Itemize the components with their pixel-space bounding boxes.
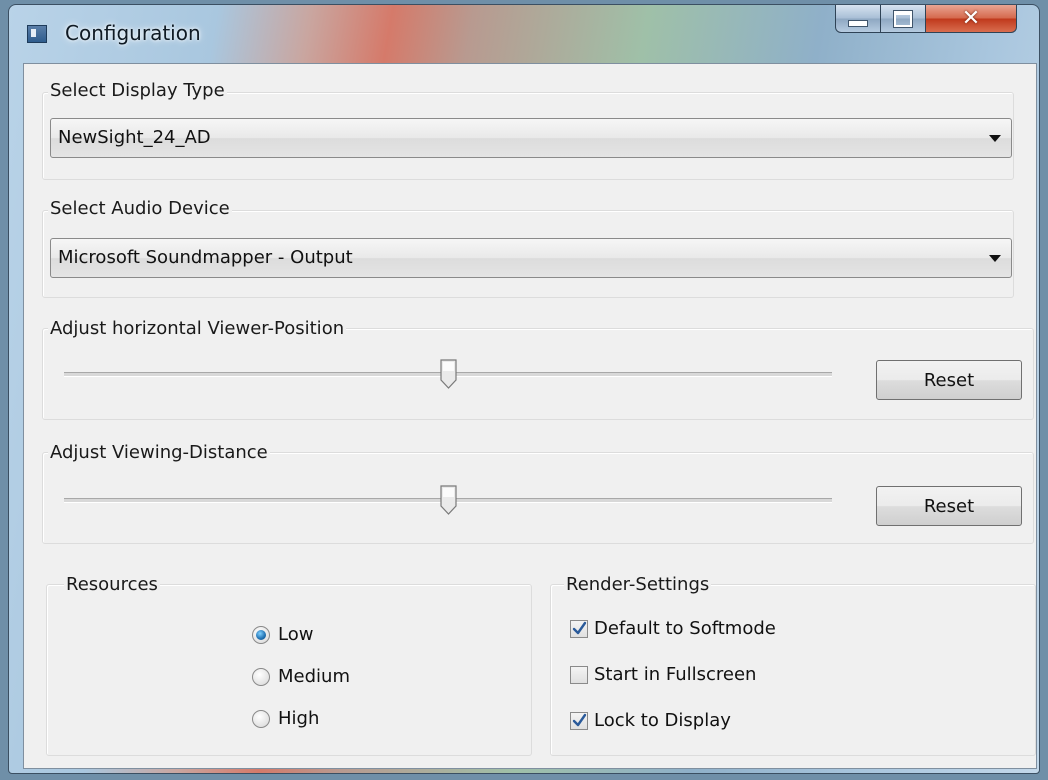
minimize-button[interactable] bbox=[835, 5, 881, 33]
title-bar[interactable]: Configuration ✕ bbox=[9, 5, 1039, 63]
viewing-distance-reset-button[interactable]: Reset bbox=[876, 486, 1022, 526]
display-type-value: NewSight_24_AD bbox=[58, 127, 211, 148]
audio-device-value: Microsoft Soundmapper - Output bbox=[58, 247, 353, 268]
chevron-down-icon bbox=[989, 135, 1001, 142]
app-window-icon bbox=[27, 25, 47, 43]
horizontal-position-reset-button[interactable]: Reset bbox=[876, 360, 1022, 400]
render-option-label: Start in Fullscreen bbox=[594, 664, 757, 685]
audio-device-combo[interactable]: Microsoft Soundmapper - Output bbox=[50, 238, 1012, 278]
radio-button-icon[interactable] bbox=[252, 709, 270, 728]
maximize-icon bbox=[894, 10, 912, 27]
checkbox-icon[interactable] bbox=[570, 665, 588, 684]
horizontal-position-label: Adjust horizontal Viewer-Position bbox=[48, 318, 347, 339]
viewing-distance-label: Adjust Viewing-Distance bbox=[48, 442, 270, 463]
resources-radio-high[interactable]: High bbox=[252, 708, 319, 729]
close-button[interactable]: ✕ bbox=[925, 5, 1017, 33]
render-settings-label: Render-Settings bbox=[564, 574, 712, 595]
audio-device-label: Select Audio Device bbox=[48, 198, 232, 219]
checkmark-icon bbox=[572, 621, 587, 634]
display-type-label: Select Display Type bbox=[48, 80, 227, 101]
resources-label: Resources bbox=[64, 574, 160, 595]
checkbox-lock-display[interactable]: Lock to Display bbox=[570, 710, 731, 731]
resources-radio-medium[interactable]: Medium bbox=[252, 666, 350, 687]
horizontal-position-slider-thumb[interactable] bbox=[439, 359, 457, 389]
resources-option-label: High bbox=[278, 708, 320, 729]
render-option-label: Lock to Display bbox=[594, 710, 731, 731]
minimize-icon bbox=[848, 20, 868, 27]
resources-option-label: Low bbox=[278, 624, 314, 645]
checkbox-icon[interactable] bbox=[570, 619, 588, 638]
maximize-button[interactable] bbox=[880, 5, 926, 33]
client-area: Select Display Type NewSight_24_AD Selec… bbox=[23, 63, 1037, 769]
window-frame: Configuration ✕ Select Display Type NewS… bbox=[8, 4, 1040, 774]
checkbox-default-softmode[interactable]: Default to Softmode bbox=[570, 618, 776, 639]
viewing-distance-slider-thumb[interactable] bbox=[439, 485, 457, 515]
chevron-down-icon bbox=[989, 255, 1001, 262]
radio-button-icon[interactable] bbox=[252, 667, 270, 686]
checkbox-start-fullscreen[interactable]: Start in Fullscreen bbox=[570, 664, 756, 685]
render-option-label: Default to Softmode bbox=[594, 618, 776, 639]
display-type-combo[interactable]: NewSight_24_AD bbox=[50, 118, 1012, 158]
checkbox-icon[interactable] bbox=[570, 711, 588, 730]
window-title: Configuration bbox=[65, 21, 201, 45]
close-icon: ✕ bbox=[961, 5, 981, 31]
radio-button-icon[interactable] bbox=[252, 625, 270, 644]
resources-radio-low[interactable]: Low bbox=[252, 624, 313, 645]
checkmark-icon bbox=[572, 713, 587, 726]
resources-option-label: Medium bbox=[278, 666, 350, 687]
